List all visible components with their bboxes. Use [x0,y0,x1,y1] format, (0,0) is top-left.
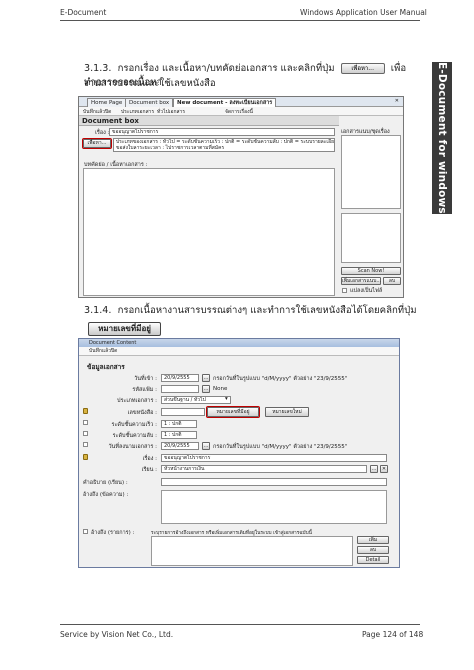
tab-bar: Home Page Document box New document - ลง… [79,97,403,107]
sign-date-input[interactable]: 20/9/2555 [161,442,199,450]
description-input[interactable]: ประเภทของเอกสาร : ทั่วไป = ระดับชั้นความ… [113,138,335,152]
section-313-number: 3.1.3. [84,63,112,74]
section-313-line2: งานสารบรรณและใช้เลขหนังสือ [84,78,216,89]
reserve-number-button-image: หมายเลขที่มีอยู่ [88,322,161,336]
new-number-button[interactable]: หมายเลขใหม่ [265,407,309,417]
speed-select[interactable]: 1 : ปกติ [161,420,197,428]
delete-attachment-button[interactable]: ลบ [383,277,401,285]
date-in-hint: กรอกวันที่ในรูปแบบ "d/M/yyyy" ตัวอย่าง "… [213,376,348,382]
page-of: of [399,630,407,639]
sign-date-label: วันที่ลงนามเอกสาร : [108,444,157,450]
manage-button[interactable]: จัดการเรื่องนี้ [225,108,253,116]
subject-input[interactable]: ขออนุญาตไปราชการ [161,454,387,462]
delete-ref-button[interactable]: ลบ [357,546,389,554]
chevron-down-icon: ▾ [225,396,228,402]
folder-value: None [213,386,228,392]
detail-button[interactable]: Detail [357,556,389,564]
lock-icon [83,408,88,414]
add-ref-button[interactable]: เพิ่ม [357,536,389,544]
tab-document-box[interactable]: Document box [125,98,174,107]
ref-text-label: อ้างถึง (ข้อความ) : [83,492,129,498]
speed-label: ระดับชั้นความเร็ว : [111,422,157,428]
folder-input[interactable] [161,385,199,393]
section-heading: ข้อมูลเอกสาร [87,363,125,371]
secrecy-checkbox[interactable] [83,431,88,436]
sign-date-hint: กรอกวันที่ในรูปแบบ "d/M/yyyy" ตัวอย่าง "… [213,444,348,450]
folder-picker[interactable]: ... [202,385,210,393]
header-left: E-Document [60,8,107,17]
sign-date-checkbox[interactable] [83,442,88,447]
explain-label: คำอธิบาย (เรียน) : [83,480,128,486]
add-attachment-button[interactable]: เพิ่มเอกสารแนบ... [341,277,381,285]
doc-number-label: เลขหนังสือ : [127,410,157,416]
header-right: Windows Application User Manual [300,8,427,17]
screenshot-new-document: Home Page Document box New document - ลง… [78,96,404,298]
tab-new-document[interactable]: New document - ลงทะเบียนเอกสาร [173,98,277,107]
inline-find-button: เพื่อหา... [340,62,385,74]
section-314: 3.1.4. กรอกเนื้อหางานสารบรรณต่างๆ และทำก… [84,304,428,318]
footer-rule [60,624,420,625]
attachments-list[interactable] [341,213,401,263]
doc-type-button[interactable]: ประเภทเอกสาร [121,108,154,116]
to-label: เรียน : [141,467,157,473]
speed-checkbox[interactable] [83,420,88,425]
ref-list-area[interactable] [151,536,353,566]
date-in-input[interactable]: 20/9/2555 [161,374,199,382]
subject-label: เรื่อง : [142,456,157,462]
page-number: Page 124 of 148 [362,630,423,639]
doc-number-input[interactable] [161,408,205,416]
to-close-icon[interactable]: ✕ [380,465,388,473]
section-314-number: 3.1.4. [84,305,112,316]
secrecy-select[interactable]: 1 : ปกติ [161,431,197,439]
scan-now-button[interactable]: Scan Now! [341,267,401,275]
page-total: 148 [408,630,424,639]
ref-list-label: อ้างถึง (รายการ) : [91,530,135,536]
tab-home-page[interactable]: Home Page [87,98,127,107]
lock-icon [83,454,88,460]
date-in-label: วันที่เข้า : [134,376,157,382]
general-doc-button[interactable]: ทั่วไปเอกสาร [157,108,185,116]
secrecy-label: ระดับชั้นความลับ : [112,433,157,439]
save-close-toolbar[interactable]: บันทึกแล้วปิด [79,347,399,356]
find-button[interactable]: เพื่อหา... [82,138,112,149]
subject-label: เรื่อง : [95,130,110,136]
side-tab: E-Document for windows [432,62,452,214]
close-icon[interactable]: ✕ [395,98,399,104]
ref-text-area[interactable] [161,490,387,524]
page-current: 124 [382,630,397,639]
attachments-tree[interactable] [341,135,401,209]
to-picker[interactable]: ... [370,465,378,473]
save-close-button[interactable]: บันทึกแล้วปิด [83,108,111,116]
pdf-label: แปลงเป็นไฟล์ [350,288,383,294]
subject-input[interactable]: ขออนุญาตไปราชการ [109,128,335,136]
screenshot-document-content: Document Content บันทึกแล้วปิด ข้อมูลเอก… [78,338,400,568]
abstract-textarea[interactable] [83,168,335,296]
description-line-2: ขอส่งใบลาระยะเวลา : ไปราชการเวลาตามที่สม… [116,145,225,151]
to-input[interactable]: หัวหน้างานการเงิน [161,465,367,473]
sign-date-picker[interactable]: ... [202,442,210,450]
section-313-text: กรอกเรื่อง และเนื้อหา/บทคัดย่อเอกสาร และ… [117,63,335,74]
section-314-text: กรอกเนื้อหางานสารบรรณต่างๆ และทำการใช้เล… [117,305,417,316]
header-rule [60,20,420,21]
folder-label: รหัสแฟ้ม : [132,387,157,393]
toolbar: บันทึกแล้วปิด ประเภทเอกสาร ทั่วไปเอกสาร … [79,107,403,116]
pdf-checkbox[interactable] [342,288,347,293]
reserve-number-button[interactable]: หมายเลขที่มีอยู่ [206,406,260,418]
ref-list-checkbox[interactable] [83,529,88,534]
page-prefix: Page [362,630,381,639]
window-title: Document Content [79,339,399,347]
explain-input[interactable] [161,478,387,486]
date-in-picker[interactable]: ... [202,374,210,382]
footer-left: Service by Vision Net Co., Ltd. [60,630,174,639]
doc-type-label: ประเภทเอกสาร : [116,398,157,404]
document-box-title: Document box [79,116,339,126]
doc-type-select[interactable]: ส่วนขึ้นฐาน / ทั่วไป [161,396,231,404]
